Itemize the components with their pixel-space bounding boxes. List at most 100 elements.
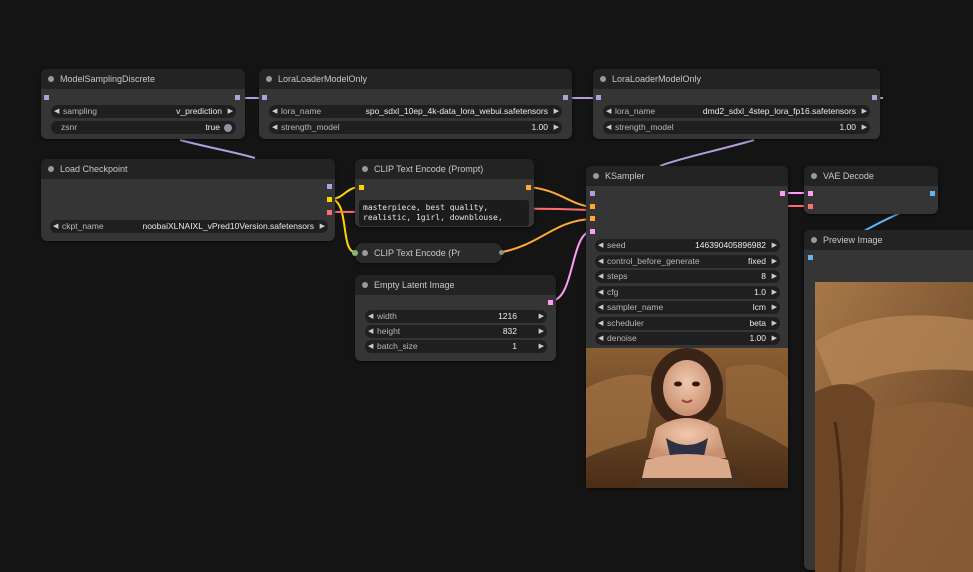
increment-arrow-icon[interactable]: ▶ <box>772 255 777 268</box>
sampler-name-widget[interactable]: ◀ sampler_name lcm ▶ <box>595 301 780 314</box>
steps-widget[interactable]: ◀ steps 8 ▶ <box>595 270 780 283</box>
decrement-arrow-icon[interactable]: ◀ <box>606 121 611 134</box>
model-output-slot[interactable] <box>563 95 568 100</box>
increment-arrow-icon[interactable]: ▶ <box>862 105 867 118</box>
node-ksampler[interactable]: KSampler ◀ seed 146390405896982 ▶ ◀ cont… <box>586 166 788 488</box>
decrement-arrow-icon[interactable]: ◀ <box>598 317 603 330</box>
increment-arrow-icon[interactable]: ▶ <box>554 121 559 134</box>
decrement-arrow-icon[interactable]: ◀ <box>598 239 603 252</box>
height-widget[interactable]: ◀ height 832 ▶ <box>365 325 547 338</box>
collapse-dot-icon[interactable] <box>811 173 817 179</box>
images-input-slot[interactable] <box>808 255 813 260</box>
model-output-slot[interactable] <box>327 184 332 189</box>
latent-input-slot[interactable] <box>590 229 595 234</box>
increment-arrow-icon[interactable]: ▶ <box>772 301 777 314</box>
model-output-slot[interactable] <box>235 95 240 100</box>
negative-input-slot[interactable] <box>590 216 595 221</box>
node-header[interactable]: VAE Decode <box>804 166 938 186</box>
conditioning-output-slot[interactable] <box>526 185 531 190</box>
sampling-widget[interactable]: ◀ sampling v_prediction ▶ <box>51 105 236 118</box>
ckpt-name-widget[interactable]: ◀ ckpt_name noobaiXLNAIXL_vPred10Version… <box>50 220 328 233</box>
clip-output-slot[interactable] <box>327 197 332 202</box>
cfg-widget[interactable]: ◀ cfg 1.0 ▶ <box>595 286 780 299</box>
increment-arrow-icon[interactable]: ▶ <box>554 105 559 118</box>
decrement-arrow-icon[interactable]: ◀ <box>272 121 277 134</box>
node-model-sampling-discrete[interactable]: ModelSamplingDiscrete ◀ sampling v_predi… <box>41 69 245 139</box>
collapse-dot-icon[interactable] <box>362 282 368 288</box>
samples-input-slot[interactable] <box>808 191 813 196</box>
increment-arrow-icon[interactable]: ▶ <box>539 340 544 353</box>
node-load-checkpoint[interactable]: Load Checkpoint ◀ ckpt_name noobaiXLNAIX… <box>41 159 335 241</box>
model-input-slot[interactable] <box>44 95 49 100</box>
toggle-knob-icon[interactable] <box>224 124 232 132</box>
increment-arrow-icon[interactable]: ▶ <box>772 270 777 283</box>
node-header[interactable]: Load Checkpoint <box>41 159 335 179</box>
vae-output-slot[interactable] <box>327 210 332 215</box>
model-input-slot[interactable] <box>590 191 595 196</box>
decrement-arrow-icon[interactable]: ◀ <box>598 270 603 283</box>
denoise-widget[interactable]: ◀ denoise 1.00 ▶ <box>595 332 780 345</box>
collapse-dot-icon[interactable] <box>266 76 272 82</box>
node-empty-latent-image[interactable]: Empty Latent Image ◀ width 1216 ▶ ◀ heig… <box>355 275 556 361</box>
collapse-dot-icon[interactable] <box>48 166 54 172</box>
clip-input-slot[interactable] <box>359 185 364 190</box>
collapse-dot-icon[interactable] <box>48 76 54 82</box>
model-input-slot[interactable] <box>596 95 601 100</box>
decrement-arrow-icon[interactable]: ◀ <box>368 340 373 353</box>
batch-size-widget[interactable]: ◀ batch_size 1 ▶ <box>365 340 547 353</box>
decrement-arrow-icon[interactable]: ◀ <box>368 325 373 338</box>
latent-output-slot[interactable] <box>548 300 553 305</box>
conditioning-output-slot[interactable] <box>499 250 504 255</box>
increment-arrow-icon[interactable]: ▶ <box>862 121 867 134</box>
node-preview-image[interactable]: Preview Image <box>804 230 973 572</box>
strength-model-widget[interactable]: ◀ strength_model 1.00 ▶ <box>269 121 562 134</box>
node-header[interactable]: CLIP Text Encode (Pr <box>355 243 502 263</box>
increment-arrow-icon[interactable]: ▶ <box>539 325 544 338</box>
increment-arrow-icon[interactable]: ▶ <box>772 317 777 330</box>
collapse-dot-icon[interactable] <box>811 237 817 243</box>
strength-model-widget[interactable]: ◀ strength_model 1.00 ▶ <box>603 121 870 134</box>
increment-arrow-icon[interactable]: ▶ <box>772 286 777 299</box>
node-vae-decode[interactable]: VAE Decode <box>804 166 938 214</box>
collapse-dot-icon[interactable] <box>362 166 368 172</box>
vae-input-slot[interactable] <box>808 204 813 209</box>
width-widget[interactable]: ◀ width 1216 ▶ <box>365 310 547 323</box>
decrement-arrow-icon[interactable]: ◀ <box>53 220 58 233</box>
decrement-arrow-icon[interactable]: ◀ <box>598 286 603 299</box>
node-header[interactable]: LoraLoaderModelOnly <box>593 69 880 89</box>
positive-input-slot[interactable] <box>590 204 595 209</box>
node-header[interactable]: Empty Latent Image <box>355 275 556 295</box>
collapse-dot-icon[interactable] <box>593 173 599 179</box>
increment-arrow-icon[interactable]: ▶ <box>320 220 325 233</box>
node-header[interactable]: KSampler <box>586 166 788 186</box>
lora-name-widget[interactable]: ◀ lora_name dmd2_sdxl_4step_lora_fp16.sa… <box>603 105 870 118</box>
node-clip-text-encode-negative[interactable]: CLIP Text Encode (Pr <box>352 243 504 263</box>
scheduler-widget[interactable]: ◀ scheduler beta ▶ <box>595 317 780 330</box>
clip-input-slot[interactable] <box>352 250 358 256</box>
decrement-arrow-icon[interactable]: ◀ <box>368 310 373 323</box>
collapse-dot-icon[interactable] <box>600 76 606 82</box>
decrement-arrow-icon[interactable]: ◀ <box>272 105 277 118</box>
prompt-textarea[interactable]: masterpiece, best quality, realistic, 1g… <box>359 200 529 226</box>
lora-name-widget[interactable]: ◀ lora_name spo_sdxl_10ep_4k-data_lora_w… <box>269 105 562 118</box>
model-input-slot[interactable] <box>262 95 267 100</box>
node-header[interactable]: LoraLoaderModelOnly <box>259 69 572 89</box>
increment-arrow-icon[interactable]: ▶ <box>772 239 777 252</box>
seed-widget[interactable]: ◀ seed 146390405896982 ▶ <box>595 239 780 252</box>
node-graph-canvas[interactable]: ModelSamplingDiscrete ◀ sampling v_predi… <box>0 0 973 572</box>
increment-arrow-icon[interactable]: ▶ <box>772 332 777 345</box>
node-lora-loader-1[interactable]: LoraLoaderModelOnly ◀ lora_name spo_sdxl… <box>259 69 572 139</box>
decrement-arrow-icon[interactable]: ◀ <box>598 332 603 345</box>
model-output-slot[interactable] <box>872 95 877 100</box>
collapse-dot-icon[interactable] <box>362 250 368 256</box>
decrement-arrow-icon[interactable]: ◀ <box>598 255 603 268</box>
node-clip-text-encode-positive[interactable]: CLIP Text Encode (Prompt) masterpiece, b… <box>355 159 534 227</box>
latent-output-slot[interactable] <box>780 191 785 196</box>
image-output-slot[interactable] <box>930 191 935 196</box>
node-lora-loader-2[interactable]: LoraLoaderModelOnly ◀ lora_name dmd2_sdx… <box>593 69 880 139</box>
zsnr-toggle-widget[interactable]: zsnr true <box>51 121 236 134</box>
node-header[interactable]: ModelSamplingDiscrete <box>41 69 245 89</box>
decrement-arrow-icon[interactable]: ◀ <box>606 105 611 118</box>
node-header[interactable]: Preview Image <box>804 230 973 250</box>
decrement-arrow-icon[interactable]: ◀ <box>54 105 59 118</box>
